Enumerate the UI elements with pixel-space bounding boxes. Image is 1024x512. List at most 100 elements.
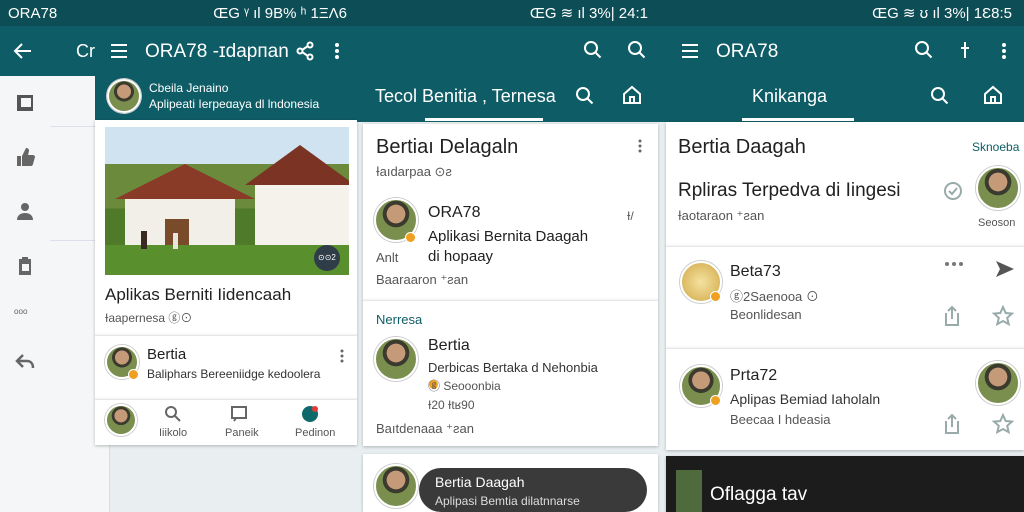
news-card-meta: Ɨaıdarpaa ⊙ƨ	[376, 164, 452, 179]
item-name: Prta72	[730, 367, 778, 384]
search-icon[interactable]	[164, 405, 182, 423]
list-item[interactable]: Prta72 Aplipas Bemiad Iaholaln Beecaa I …	[666, 348, 1024, 450]
people-icon[interactable]	[14, 200, 36, 222]
app-bar-title-three: ORA78	[716, 41, 779, 62]
tab-explore[interactable]: Knikanga	[752, 86, 827, 107]
share-icon[interactable]	[942, 413, 962, 435]
notification-icon[interactable]	[300, 404, 320, 424]
clipboard-icon[interactable]	[14, 255, 36, 277]
app-bar-title-partial: Cr	[76, 41, 95, 61]
news-card-footer: Baaraaron ⁺ƨan	[376, 272, 469, 287]
feature-side: Seoson	[978, 217, 1016, 229]
section-avatar	[374, 337, 418, 381]
status-bar-left: ORA78	[0, 0, 110, 26]
overflow-menu-icon[interactable]	[1000, 41, 1008, 61]
mic-icon[interactable]	[958, 40, 972, 60]
nav-avatar[interactable]	[105, 404, 137, 436]
app-bar-two: Tecol Benitia , Ternesa	[357, 26, 662, 122]
nav-label-notification[interactable]: Pedinon	[295, 427, 335, 439]
item-overflow-icon[interactable]	[339, 348, 345, 364]
share-icon[interactable]	[295, 41, 315, 61]
featured-image: ⊙⊙2	[105, 127, 349, 275]
section-text: Derbicas Bertaka d Nehonbia	[428, 360, 598, 375]
nav-label-message[interactable]: Paneik	[225, 427, 259, 439]
status-bar-one: ŒG ᵞ ıl 9B% ʰ 1ΞΛ6	[95, 0, 357, 26]
profile-header[interactable]: Cbeila Jenaino Aplipeati Ierpeɑaya dl ln…	[95, 76, 357, 120]
panel-left: ORA78 Cr ᵒᵒᵒ	[0, 0, 110, 512]
bottom-banner[interactable]: Oflagga tav	[666, 456, 1024, 512]
section-name: Bertia	[428, 337, 470, 354]
side-label: Ɨ/	[627, 209, 634, 223]
app-bar-title: ORA78 -ɪdapпan	[145, 41, 289, 62]
status-info-one: ŒG ᵞ ıl 9B% ʰ 1ΞΛ6	[213, 4, 347, 22]
menu-icon[interactable]	[109, 41, 129, 61]
share-icon[interactable]	[942, 305, 962, 327]
star-icon[interactable]	[992, 305, 1014, 327]
list-item[interactable]: Bertia Baliphars Bereeniidge kedoolera	[95, 335, 357, 399]
featured-card[interactable]: ⊙⊙2 Aplikas Berniti Iidencaah Ɨaapernesa…	[95, 120, 357, 335]
app-bar-three: ORA78 Knikanga	[662, 26, 1024, 122]
menu-icon[interactable]	[680, 41, 700, 61]
partial-card[interactable]: Bertia Daagah Aplipasi Bemtia dilatnnars…	[363, 454, 658, 512]
search-icon[interactable]	[914, 40, 934, 60]
profile-subtitle: Aplipeati Ierpeɑaya dl lndonesia	[149, 97, 320, 111]
back-arrow-icon[interactable]	[12, 40, 34, 62]
section-card[interactable]: Nerresa Bertia Derbicas Bertaka d Nehonb…	[363, 300, 658, 446]
feature-panel[interactable]: Bertia Daagah Sknoeba Rpliras Terpedva d…	[666, 122, 1024, 246]
item-name: Beta73	[730, 263, 781, 280]
item-meta: Beecaa I hdeasia	[730, 412, 831, 427]
panel-feed-one: ŒG ᵞ ıl 9B% ʰ 1ΞΛ6 ORA78 -ɪdapпan Cbeila…	[95, 0, 357, 512]
item-badge	[128, 369, 139, 380]
featured-title: Aplikas Berniti Iidencaah	[105, 285, 292, 304]
feature-avatar	[976, 166, 1020, 210]
partial-avatar	[374, 464, 418, 508]
section-sub: ⓖ Seooonbia	[428, 379, 501, 393]
feature-title: Rpliras Terpedva di Iingesi	[678, 180, 901, 201]
search-icon[interactable]	[583, 40, 603, 60]
item-meta: Beonlidesan	[730, 307, 802, 322]
author-name: ORA78	[428, 204, 481, 221]
news-card[interactable]: Bertiaı Delagaln Ɨaıdarpaa ⊙ƨ ORA78 Apli…	[363, 124, 658, 300]
list-item[interactable]: Beta73 ⓖ2Saenooa ⊙ Beonlidesan	[666, 246, 1024, 348]
app-bar-one: ORA78 -ɪdapпan	[95, 26, 357, 76]
item-more-icon[interactable]	[944, 261, 964, 267]
banner-text: Oflagga tav	[710, 484, 808, 505]
toast-text: Aplipasi Bemtia dilatnnarse	[435, 494, 580, 508]
item-side-avatar	[976, 361, 1020, 405]
image-badge: ⊙⊙2	[318, 253, 336, 262]
nav-label-search[interactable]: Iiikolo	[159, 427, 187, 439]
news-card-overflow-icon[interactable]	[637, 138, 643, 154]
item-sub: ⓖ2Saenooa ⊙	[730, 289, 819, 304]
send-icon[interactable]	[994, 259, 1016, 279]
image-icon[interactable]	[14, 92, 36, 114]
more-text: ᵒᵒᵒ	[14, 306, 28, 320]
news-card-text: Aplikasi Bernita Daagah di hopaay	[428, 228, 589, 265]
refresh-icon[interactable]	[942, 180, 964, 202]
reply-icon[interactable]	[14, 350, 36, 372]
news-card-title: Bertiaı Delagaln	[376, 136, 519, 158]
thumb-up-icon[interactable]	[14, 146, 36, 168]
status-bar-three: ŒG ≋ ʊ ıl 3%| 1Ɛ8:5	[662, 0, 1024, 26]
anl-label: Anlt	[376, 250, 399, 265]
search-tab-icon[interactable]	[930, 86, 950, 106]
search-tab-icon[interactable]	[575, 86, 595, 106]
item-text: Baliphars Bereeniidge kedoolera	[147, 367, 321, 381]
home-icon[interactable]	[621, 84, 643, 106]
home-icon[interactable]	[982, 84, 1004, 106]
featured-meta: Ɨaapernesa ⓖ⊙	[105, 311, 193, 325]
toast-popup[interactable]: Bertia Daagah Aplipasi Bemtia dilatnnars…	[419, 468, 647, 512]
status-app-title: ORA78	[8, 4, 58, 22]
item-name: Bertia	[147, 346, 187, 363]
item-sub: Aplipas Bemiad Iaholaln	[730, 391, 881, 407]
message-icon[interactable]	[230, 405, 248, 423]
status-info-three: ŒG ≋ ʊ ıl 3%| 1Ɛ8:5	[872, 5, 1012, 22]
star-icon[interactable]	[992, 413, 1014, 435]
search-alt-icon[interactable]	[627, 40, 647, 60]
app-bar-left: Cr	[0, 26, 110, 76]
status-bar-two: ŒG ≋ ıl 3%| 24:1	[357, 0, 662, 26]
section-title: Nerresa	[376, 312, 423, 327]
overflow-menu-icon[interactable]	[333, 41, 341, 61]
status-info-two: ŒG ≋ ıl 3%| 24:1	[529, 5, 648, 22]
tab-news[interactable]: Tecol Benitia , Ternesa	[375, 86, 556, 107]
panel-title: Bertia Daagah	[678, 136, 806, 158]
